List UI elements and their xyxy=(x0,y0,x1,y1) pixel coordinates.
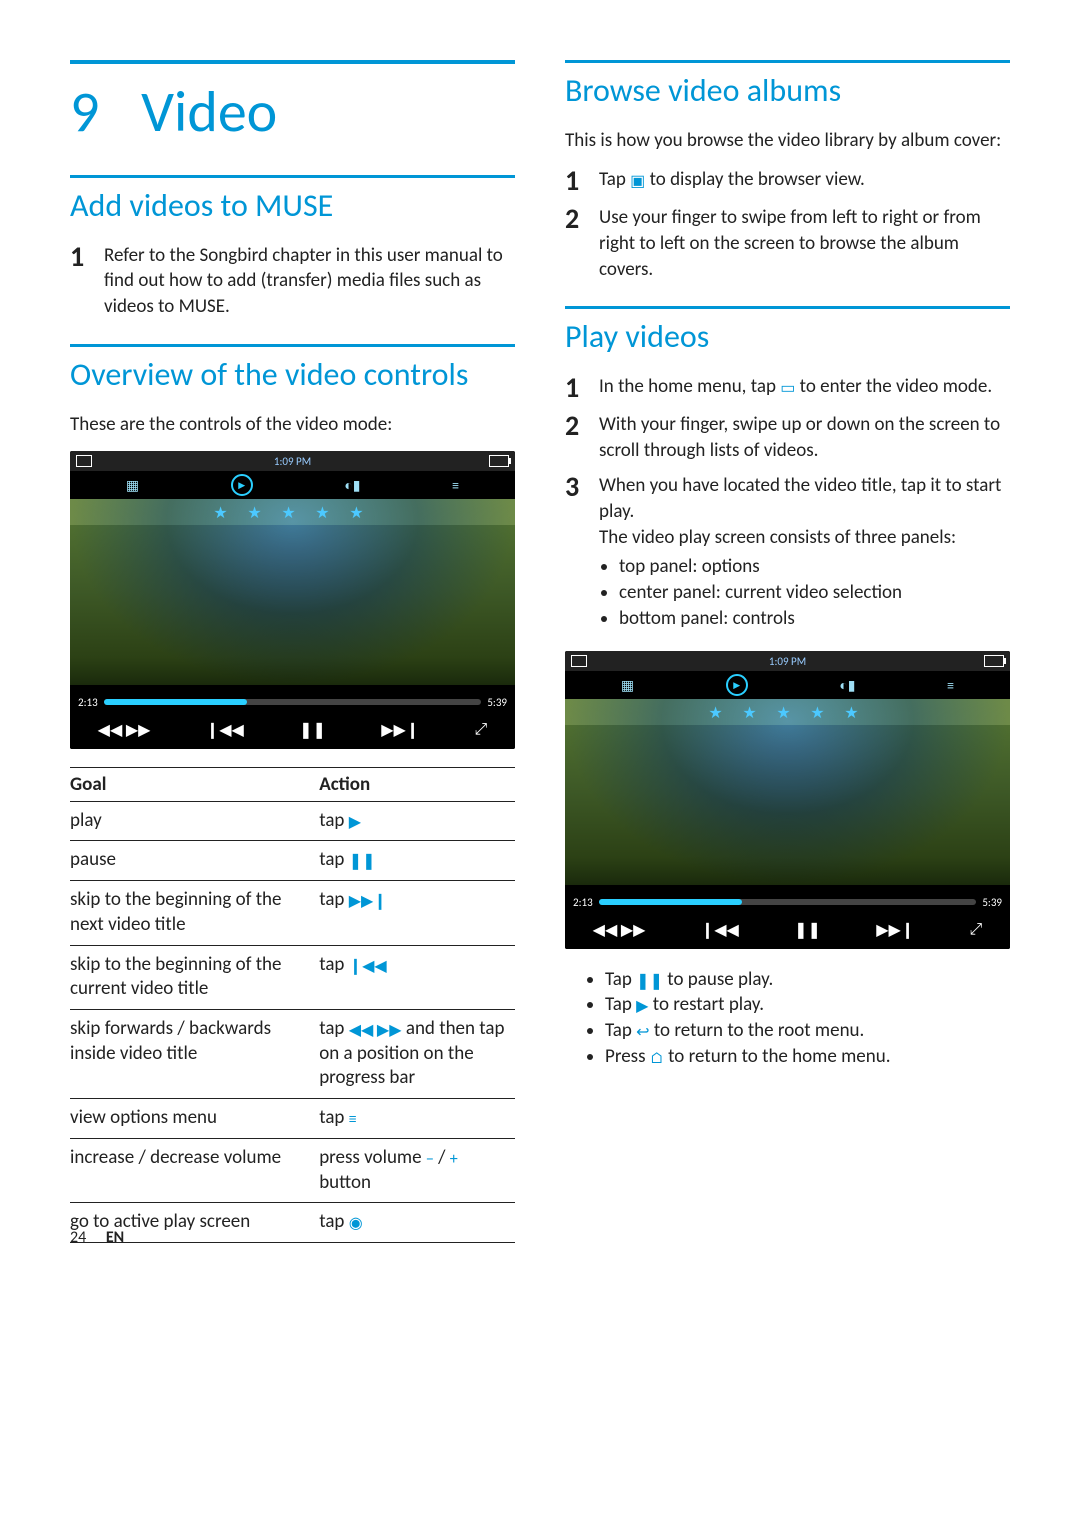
list-item: Tap ↩ to return to the root menu. xyxy=(605,1018,1010,1044)
table-header-action: Action xyxy=(319,767,515,801)
play-icon: ▶ xyxy=(636,996,648,1018)
prev-icon: ❙◀◀ xyxy=(349,957,387,978)
play-notes: Tap ❚❚ to pause play.Tap ▶ to restart pl… xyxy=(565,967,1010,1070)
status-time: 1:09 PM xyxy=(274,455,311,468)
browse-icon: ▣ xyxy=(630,171,645,193)
pause-icon: ❚❚ xyxy=(794,920,821,940)
next-icon: ▶▶❙ xyxy=(349,892,387,913)
list-item: bottom panel: controls xyxy=(619,606,1010,632)
battery-icon xyxy=(984,655,1004,667)
video-player-screenshot: 1:09 PM ▦ ▶ ◐▮ ≡ ★ ★ ★ ★ ★ 2:13 5:39 ◀◀ … xyxy=(70,451,515,748)
menu-icon: ≡ xyxy=(452,477,459,494)
prev-icon: ❙◀◀ xyxy=(701,920,739,940)
section-play-videos: Play videos xyxy=(565,306,1010,356)
list-item: 1Tap ▣ to display the browser view. xyxy=(565,167,1010,195)
steps-browse: 1Tap ▣ to display the browser view. 2Use … xyxy=(565,167,1010,282)
now-playing-icon: ▶ xyxy=(726,674,748,696)
controls-table: Goal Action playtap ▶pausetap ❚❚skip to … xyxy=(70,767,515,1244)
list-item: 2With your finger, swipe up or down on t… xyxy=(565,412,1010,463)
section-add-videos: Add videos to MUSE xyxy=(70,175,515,225)
table-row: skip to the beginning of the current vid… xyxy=(70,945,515,1009)
chapter-title: 9 Video xyxy=(70,60,515,147)
table-row: pausetap ❚❚ xyxy=(70,841,515,881)
list-item: 3When you have located the video title, … xyxy=(565,473,1010,641)
fullscreen-icon: ⤢ xyxy=(970,920,983,939)
seek-icon: ◀◀ ▶▶ xyxy=(349,1021,402,1042)
video-icon: ▭ xyxy=(780,378,795,400)
chapter-number: 9 xyxy=(70,76,128,147)
grid-icon: ▦ xyxy=(621,677,634,694)
plus-icon: + xyxy=(450,1150,458,1171)
table-row: go to active play screentap ◉ xyxy=(70,1203,515,1243)
volume-slider-icon: ◐▮ xyxy=(344,477,360,494)
steps-add-videos: 1Refer to the Songbird chapter in this u… xyxy=(70,243,515,320)
status-time: 1:09 PM xyxy=(769,655,806,668)
now-playing-icon: ▶ xyxy=(231,474,253,496)
video-player-screenshot-2: 1:09 PM ▦ ▶ ◐▮ ≡ ★ ★ ★ ★ ★ 2:13 5:39 ◀◀ … xyxy=(565,651,1010,948)
battery-icon xyxy=(489,455,509,467)
menu-icon: ≡ xyxy=(947,677,954,694)
elapsed-time: 2:13 xyxy=(78,696,98,709)
table-header-goal: Goal xyxy=(70,767,319,801)
pause-icon: ❚❚ xyxy=(349,852,376,873)
page-footer: 24 EN xyxy=(70,1228,124,1247)
browse-intro: This is how you browse the video library… xyxy=(565,128,1010,154)
steps-play: 1In the home menu, tap ▭ to enter the vi… xyxy=(565,374,1010,641)
minus-icon: − xyxy=(426,1150,434,1171)
rating-stars: ★ ★ ★ ★ ★ xyxy=(70,503,515,523)
list-item: center panel: current video selection xyxy=(619,580,1010,606)
menu-icon: ≡ xyxy=(349,1110,357,1131)
grid-icon: ▦ xyxy=(126,477,139,494)
seek-icon: ◀◀ ▶▶ xyxy=(98,720,151,740)
list-item: 1In the home menu, tap ▭ to enter the vi… xyxy=(565,374,1010,402)
table-row: playtap ▶ xyxy=(70,801,515,841)
progress-bar xyxy=(104,699,482,705)
page-number: 24 xyxy=(70,1228,86,1247)
list-item: top panel: options xyxy=(619,554,1010,580)
duration-time: 5:39 xyxy=(982,896,1002,909)
sd-icon xyxy=(76,455,92,467)
section-browse-albums: Browse video albums xyxy=(565,60,1010,110)
table-row: increase / decrease volumepress volume −… xyxy=(70,1138,515,1202)
table-row: view options menutap ≡ xyxy=(70,1099,515,1139)
list-item: Press ⌂ to return to the home menu. xyxy=(605,1044,1010,1070)
rating-stars: ★ ★ ★ ★ ★ xyxy=(565,703,1010,723)
table-row: skip forwards / backwards inside video t… xyxy=(70,1009,515,1098)
back-icon: ↩ xyxy=(636,1022,649,1044)
volume-slider-icon: ◐▮ xyxy=(839,677,855,694)
prev-icon: ❙◀◀ xyxy=(206,720,244,740)
next-icon: ▶▶❙ xyxy=(876,920,914,940)
home-icon: ⌂ xyxy=(650,1048,664,1070)
play-icon: ▶ xyxy=(349,813,361,834)
page-language: EN xyxy=(106,1228,124,1247)
fullscreen-icon: ⤢ xyxy=(475,720,488,739)
sd-icon xyxy=(571,655,587,667)
overview-intro: These are the controls of the video mode… xyxy=(70,412,515,438)
table-row: skip to the beginning of the next video … xyxy=(70,881,515,945)
next-icon: ▶▶❙ xyxy=(381,720,419,740)
section-overview-controls: Overview of the video controls xyxy=(70,344,515,394)
nowplaying-icon: ◉ xyxy=(349,1214,363,1235)
duration-time: 5:39 xyxy=(487,696,507,709)
elapsed-time: 2:13 xyxy=(573,896,593,909)
seek-icon: ◀◀ ▶▶ xyxy=(593,920,646,940)
pause-icon: ❚❚ xyxy=(636,971,663,993)
list-item: 2Use your finger to swipe from left to r… xyxy=(565,205,1010,282)
list-item: Tap ▶ to restart play. xyxy=(605,992,1010,1018)
pause-icon: ❚❚ xyxy=(299,720,326,740)
progress-bar xyxy=(599,899,977,905)
list-item: Tap ❚❚ to pause play. xyxy=(605,967,1010,993)
